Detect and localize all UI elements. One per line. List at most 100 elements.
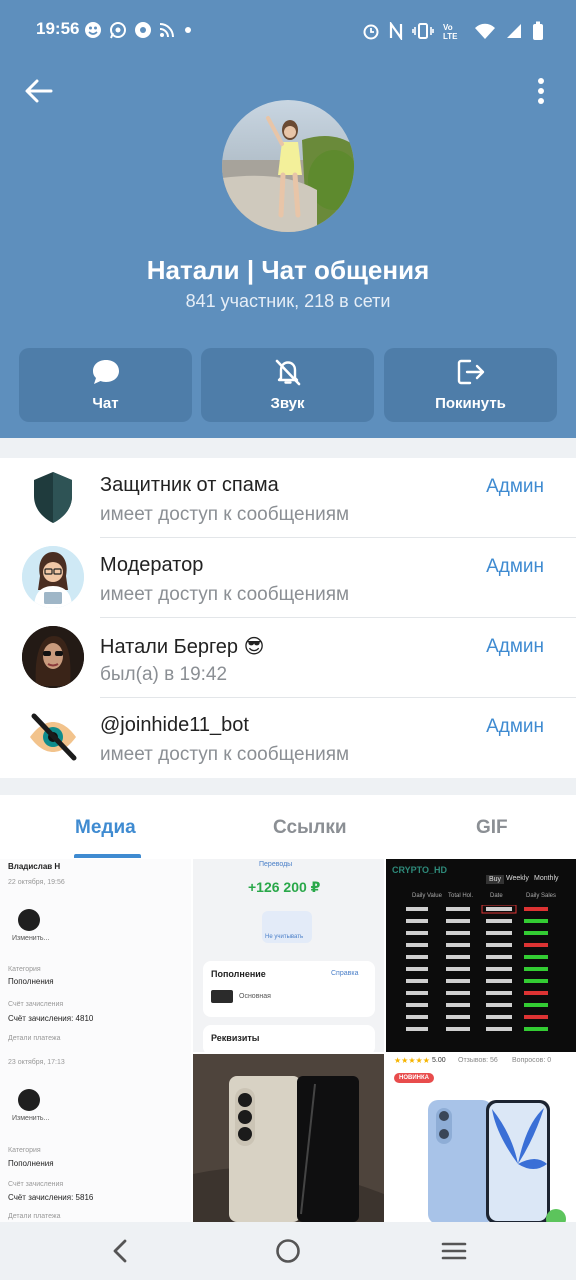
- volte-icon: VoLTE: [443, 23, 458, 40]
- media-item[interactable]: Переводы +126 200 ₽ Не учитывать Пополне…: [193, 859, 384, 1052]
- user-photo: [22, 626, 84, 688]
- chat-button-label: Чат: [92, 395, 119, 412]
- leave-icon: [457, 359, 484, 385]
- media-text: +126 200 ₽: [248, 879, 321, 895]
- media-text: Date: [490, 893, 503, 899]
- tab-media[interactable]: Медиа: [75, 817, 136, 839]
- more-menu-icon[interactable]: [520, 74, 554, 108]
- media-item[interactable]: [193, 1054, 384, 1222]
- edit-icon: [18, 909, 40, 931]
- media-item[interactable]: Владислав Н 22 октября, 19:56 Изменить..…: [0, 859, 191, 1222]
- media-text: Weekly: [506, 875, 529, 882]
- media-item[interactable]: CRYPTO_HD Buy Weekly Monthly Daily Value…: [386, 859, 576, 1052]
- mute-button[interactable]: Звук: [201, 348, 374, 422]
- media-text: Изменить...: [12, 935, 50, 942]
- media-text: 22 октября, 19:56: [8, 879, 65, 886]
- chat-bubble-icon: [92, 360, 119, 384]
- media-item[interactable]: ★★★★★ 5.00 Отзывов: 56 Вопросов: 0 НОВИН…: [386, 1054, 576, 1222]
- nav-recents-icon[interactable]: [437, 1234, 471, 1268]
- media-text: Справка: [331, 970, 359, 977]
- media-text: CRYPTO_HD: [392, 865, 448, 875]
- media-text: Счёт зачисления: [8, 1001, 64, 1008]
- nfc-icon: [389, 22, 403, 40]
- vibrate-icon: [412, 23, 434, 39]
- media-text: Владислав Н: [8, 862, 61, 871]
- media-text: Отзывов: 56: [458, 1057, 498, 1064]
- status-bar: 19:56 Vo LTE: [0, 0, 576, 62]
- tab-gif[interactable]: GIF: [476, 817, 508, 839]
- member-status: имеет доступ к сообщениям: [100, 584, 350, 605]
- back-arrow-icon[interactable]: [22, 74, 56, 108]
- media-text: Категория: [8, 1147, 41, 1154]
- edit-icon: [18, 1089, 40, 1111]
- signal-icon: [507, 24, 521, 38]
- media-text: Реквизиты: [211, 1033, 260, 1043]
- member-role: Админ: [486, 476, 544, 497]
- media-text: Основная: [239, 993, 271, 1000]
- media-text: Пополнение: [211, 969, 266, 979]
- members-list: Защитник от спама имеет доступ к сообщен…: [0, 458, 576, 778]
- system-nav-bar: [0, 1222, 576, 1280]
- media-text: Daily Value: [412, 893, 442, 899]
- svg-text:Vo: Vo: [443, 23, 453, 32]
- media-text: Переводы: [259, 861, 293, 868]
- member-status: имеет доступ к сообщениям: [100, 744, 350, 765]
- media-text: Пополнения: [8, 1159, 54, 1168]
- member-role: Админ: [486, 636, 544, 657]
- settings-sync-icon: [135, 22, 151, 38]
- rss-icon: [159, 23, 174, 38]
- phone-photo: [193, 1054, 384, 1222]
- chat-subtitle: 841 участник, 218 в сети: [185, 291, 391, 311]
- nav-home-icon[interactable]: [271, 1234, 305, 1268]
- media-text: 23 октября, 17:13: [8, 1059, 65, 1066]
- active-tab-indicator: [74, 854, 141, 858]
- chat-profile-header: 19:56 Vo LTE Натали | Чат общения 841 уч…: [0, 0, 576, 438]
- status-time: 19:56: [36, 19, 80, 38]
- pacman-icon: [85, 22, 101, 38]
- chat-button[interactable]: Чат: [19, 348, 192, 422]
- nav-back-icon[interactable]: [104, 1234, 138, 1268]
- member-row-moderator[interactable]: Модератор имеет доступ к сообщениям Адми…: [0, 538, 576, 618]
- member-row-spam-protector[interactable]: Защитник от спама имеет доступ к сообщен…: [0, 458, 576, 538]
- leave-button-label: Покинуть: [435, 395, 506, 412]
- member-name: @joinhide11_bot: [100, 714, 249, 736]
- member-role: Админ: [486, 556, 544, 577]
- alarm-icon: [363, 24, 379, 40]
- member-status: имеет доступ к сообщениям: [100, 504, 350, 525]
- media-text: Детали платежа: [8, 1213, 61, 1220]
- media-text: Monthly: [534, 875, 559, 882]
- crypto-table-rows: [406, 905, 548, 1031]
- member-status: был(а) в 19:42: [100, 664, 228, 685]
- mute-button-label: Звук: [270, 395, 305, 412]
- media-text: 5.00: [432, 1057, 446, 1064]
- media-tabs: Медиа Ссылки GIF: [0, 795, 576, 859]
- shield-icon: [22, 466, 84, 528]
- svg-text:LTE: LTE: [443, 32, 458, 40]
- media-text: Счёт зачисления: 4810: [8, 1014, 94, 1023]
- bell-off-icon: [275, 359, 300, 386]
- media-text: Daily Sales: [526, 893, 557, 899]
- leave-button[interactable]: Покинуть: [384, 348, 557, 422]
- media-text: Пополнения: [8, 977, 54, 986]
- media-text: Счёт зачисления: 5816: [8, 1193, 94, 1202]
- media-text: Не учитывать: [265, 934, 304, 940]
- whatsapp-icon: [110, 22, 126, 39]
- member-role: Админ: [486, 716, 544, 737]
- battery-icon: [533, 21, 543, 40]
- chat-title: Натали | Чат общения: [146, 255, 430, 285]
- iphone-product-image: [428, 1100, 566, 1222]
- media-text: Вопросов: 0: [512, 1057, 552, 1064]
- moderator-avatar: [22, 546, 84, 608]
- tab-links[interactable]: Ссылки: [273, 817, 347, 839]
- member-row-natali[interactable]: Натали Бергер 😎 был(а) в 19:42 Админ: [0, 618, 576, 698]
- media-text: Total Hol.: [448, 893, 474, 899]
- wifi-icon: [475, 23, 495, 39]
- member-row-bot[interactable]: @joinhide11_bot имеет доступ к сообщения…: [0, 698, 576, 778]
- media-text: Счёт зачисления: [8, 1181, 64, 1188]
- media-text: Buy: [486, 875, 505, 884]
- member-name: Модератор: [100, 554, 204, 576]
- star-rating-icon: ★★★★★: [394, 1056, 430, 1065]
- member-name: Защитник от спама: [100, 474, 279, 496]
- group-avatar[interactable]: [222, 100, 354, 232]
- media-text: Изменить...: [12, 1115, 50, 1122]
